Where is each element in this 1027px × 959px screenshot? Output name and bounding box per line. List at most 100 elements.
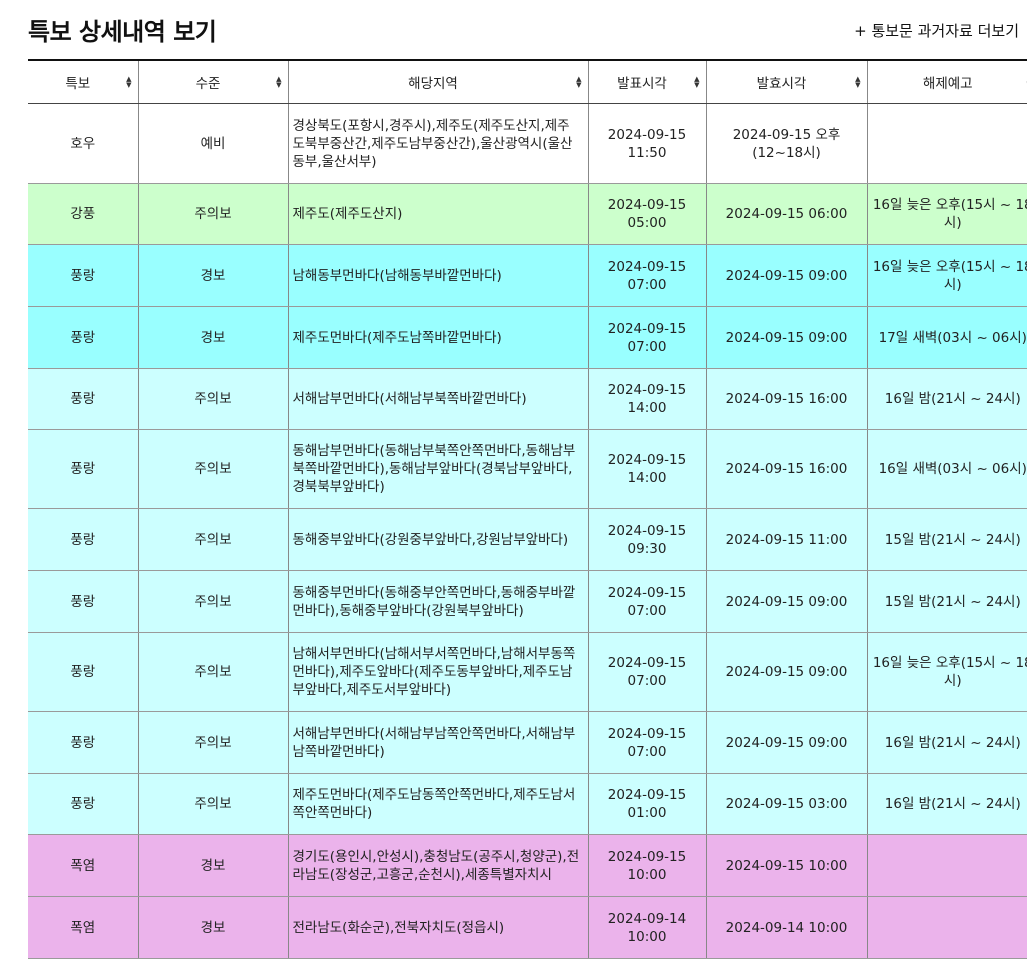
table-row: 풍랑주의보서해남부먼바다(서해남부남쪽안쪽먼바다,서해남부남쪽바깥먼바다)202…	[28, 712, 1027, 774]
cell-type: 풍랑	[28, 774, 138, 835]
cell-release: 16일 새벽(03시 ~ 06시)	[867, 430, 1027, 509]
cell-area: 동해남부먼바다(동해남부북쪽안쪽먼바다,동해남부북쪽바깥먼바다),동해남부앞바다…	[288, 430, 588, 509]
cell-issued: 2024-09-14 10:00	[588, 897, 706, 959]
cell-effective: 2024-09-14 10:00	[706, 897, 867, 959]
cell-area: 서해남부먼바다(서해남부북쪽바깥먼바다)	[288, 369, 588, 430]
table-header-row: 특보▲▼ 수준▲▼ 해당지역▲▼ 발표시각▲▼ 발효시각▲▼ 해제예고▲▼	[28, 60, 1027, 104]
cell-area: 남해서부먼바다(남해서부서쪽먼바다,남해서부동쪽먼바다),제주도앞바다(제주도동…	[288, 633, 588, 712]
cell-effective: 2024-09-15 10:00	[706, 835, 867, 897]
warning-detail-table: 특보▲▼ 수준▲▼ 해당지역▲▼ 발표시각▲▼ 발효시각▲▼ 해제예고▲▼ 호우…	[28, 59, 1027, 959]
table-row: 풍랑경보제주도먼바다(제주도남쪽바깥먼바다)2024-09-15 07:0020…	[28, 307, 1027, 369]
cell-type: 강풍	[28, 184, 138, 245]
warning-table-container: 특보▲▼ 수준▲▼ 해당지역▲▼ 발표시각▲▼ 발효시각▲▼ 해제예고▲▼ 호우…	[28, 59, 1027, 959]
cell-effective: 2024-09-15 09:00	[706, 245, 867, 307]
table-row: 풍랑주의보동해남부먼바다(동해남부북쪽안쪽먼바다,동해남부북쪽바깥먼바다),동해…	[28, 430, 1027, 509]
cell-release: 16일 밤(21시 ~ 24시)	[867, 774, 1027, 835]
cell-type: 풍랑	[28, 712, 138, 774]
cell-issued: 2024-09-15 07:00	[588, 571, 706, 633]
cell-release	[867, 835, 1027, 897]
sort-icon[interactable]: ▲▼	[576, 76, 581, 88]
cell-level: 주의보	[138, 633, 288, 712]
table-row: 폭염경보전라남도(화순군),전북자치도(정읍시)2024-09-14 10:00…	[28, 897, 1027, 959]
cell-type: 풍랑	[28, 509, 138, 571]
sort-icon[interactable]: ▲▼	[694, 76, 699, 88]
cell-effective: 2024-09-15 09:00	[706, 571, 867, 633]
cell-area: 전라남도(화순군),전북자치도(정읍시)	[288, 897, 588, 959]
cell-effective: 2024-09-15 16:00	[706, 369, 867, 430]
cell-issued: 2024-09-15 14:00	[588, 369, 706, 430]
cell-level: 경보	[138, 897, 288, 959]
cell-area: 제주도먼바다(제주도남동쪽안쪽먼바다,제주도남서쪽안쪽먼바다)	[288, 774, 588, 835]
cell-issued: 2024-09-15 07:00	[588, 307, 706, 369]
table-row: 풍랑주의보동해중부앞바다(강원중부앞바다,강원남부앞바다)2024-09-15 …	[28, 509, 1027, 571]
cell-issued: 2024-09-15 11:50	[588, 104, 706, 184]
cell-area: 제주도먼바다(제주도남쪽바깥먼바다)	[288, 307, 588, 369]
cell-effective: 2024-09-15 09:00	[706, 633, 867, 712]
cell-release	[867, 104, 1027, 184]
column-header-type[interactable]: 특보▲▼	[28, 60, 138, 104]
cell-type: 풍랑	[28, 307, 138, 369]
cell-issued: 2024-09-15 10:00	[588, 835, 706, 897]
cell-release: 15일 밤(21시 ~ 24시)	[867, 509, 1027, 571]
table-row: 풍랑주의보서해남부먼바다(서해남부북쪽바깥먼바다)2024-09-15 14:0…	[28, 369, 1027, 430]
cell-type: 풍랑	[28, 430, 138, 509]
cell-level: 주의보	[138, 571, 288, 633]
cell-area: 경상북도(포항시,경주시),제주도(제주도산지,제주도북부중산간,제주도남부중산…	[288, 104, 588, 184]
cell-area: 제주도(제주도산지)	[288, 184, 588, 245]
cell-issued: 2024-09-15 05:00	[588, 184, 706, 245]
cell-effective: 2024-09-15 09:00	[706, 712, 867, 774]
sort-icon[interactable]: ▲▼	[126, 76, 131, 88]
cell-type: 호우	[28, 104, 138, 184]
cell-effective: 2024-09-15 06:00	[706, 184, 867, 245]
table-row: 풍랑주의보제주도먼바다(제주도남동쪽안쪽먼바다,제주도남서쪽안쪽먼바다)2024…	[28, 774, 1027, 835]
table-body: 호우예비경상북도(포항시,경주시),제주도(제주도산지,제주도북부중산간,제주도…	[28, 104, 1027, 959]
cell-issued: 2024-09-15 14:00	[588, 430, 706, 509]
cell-issued: 2024-09-15 07:00	[588, 712, 706, 774]
cell-release	[867, 897, 1027, 959]
cell-issued: 2024-09-15 01:00	[588, 774, 706, 835]
cell-level: 주의보	[138, 509, 288, 571]
cell-release: 17일 새벽(03시 ~ 06시)	[867, 307, 1027, 369]
table-row: 풍랑주의보남해서부먼바다(남해서부서쪽먼바다,남해서부동쪽먼바다),제주도앞바다…	[28, 633, 1027, 712]
cell-level: 예비	[138, 104, 288, 184]
archive-more-link[interactable]: + 통보문 과거자료 더보기	[854, 20, 1019, 41]
column-header-issued[interactable]: 발표시각▲▼	[588, 60, 706, 104]
cell-type: 풍랑	[28, 245, 138, 307]
cell-area: 동해중부먼바다(동해중부안쪽먼바다,동해중부바깥먼바다),동해중부앞바다(강원북…	[288, 571, 588, 633]
table-row: 풍랑주의보동해중부먼바다(동해중부안쪽먼바다,동해중부바깥먼바다),동해중부앞바…	[28, 571, 1027, 633]
cell-effective: 2024-09-15 오후(12~18시)	[706, 104, 867, 184]
cell-type: 풍랑	[28, 633, 138, 712]
cell-release: 16일 밤(21시 ~ 24시)	[867, 369, 1027, 430]
cell-release: 16일 늦은 오후(15시 ~ 18시)	[867, 184, 1027, 245]
sort-icon[interactable]: ▲▼	[276, 76, 281, 88]
cell-effective: 2024-09-15 16:00	[706, 430, 867, 509]
cell-release: 16일 늦은 오후(15시 ~ 18시)	[867, 245, 1027, 307]
sort-icon[interactable]: ▲▼	[855, 76, 860, 88]
cell-effective: 2024-09-15 11:00	[706, 509, 867, 571]
column-header-release[interactable]: 해제예고▲▼	[867, 60, 1027, 104]
cell-level: 주의보	[138, 184, 288, 245]
cell-level: 경보	[138, 245, 288, 307]
table-row: 폭염경보경기도(용인시,안성시),충청남도(공주시,청양군),전라남도(장성군,…	[28, 835, 1027, 897]
column-header-area[interactable]: 해당지역▲▼	[288, 60, 588, 104]
cell-release: 16일 밤(21시 ~ 24시)	[867, 712, 1027, 774]
table-row: 호우예비경상북도(포항시,경주시),제주도(제주도산지,제주도북부중산간,제주도…	[28, 104, 1027, 184]
cell-effective: 2024-09-15 09:00	[706, 307, 867, 369]
cell-type: 풍랑	[28, 571, 138, 633]
cell-release: 15일 밤(21시 ~ 24시)	[867, 571, 1027, 633]
cell-type: 폭염	[28, 835, 138, 897]
cell-level: 주의보	[138, 712, 288, 774]
cell-level: 경보	[138, 307, 288, 369]
table-row: 풍랑경보남해동부먼바다(남해동부바깥먼바다)2024-09-15 07:0020…	[28, 245, 1027, 307]
cell-type: 폭염	[28, 897, 138, 959]
cell-level: 주의보	[138, 774, 288, 835]
cell-area: 남해동부먼바다(남해동부바깥먼바다)	[288, 245, 588, 307]
cell-level: 주의보	[138, 369, 288, 430]
table-row: 강풍주의보제주도(제주도산지)2024-09-15 05:002024-09-1…	[28, 184, 1027, 245]
cell-level: 주의보	[138, 430, 288, 509]
cell-issued: 2024-09-15 07:00	[588, 245, 706, 307]
column-header-effective[interactable]: 발효시각▲▼	[706, 60, 867, 104]
page-title: 특보 상세내역 보기	[28, 12, 216, 47]
cell-issued: 2024-09-15 07:00	[588, 633, 706, 712]
column-header-level[interactable]: 수준▲▼	[138, 60, 288, 104]
